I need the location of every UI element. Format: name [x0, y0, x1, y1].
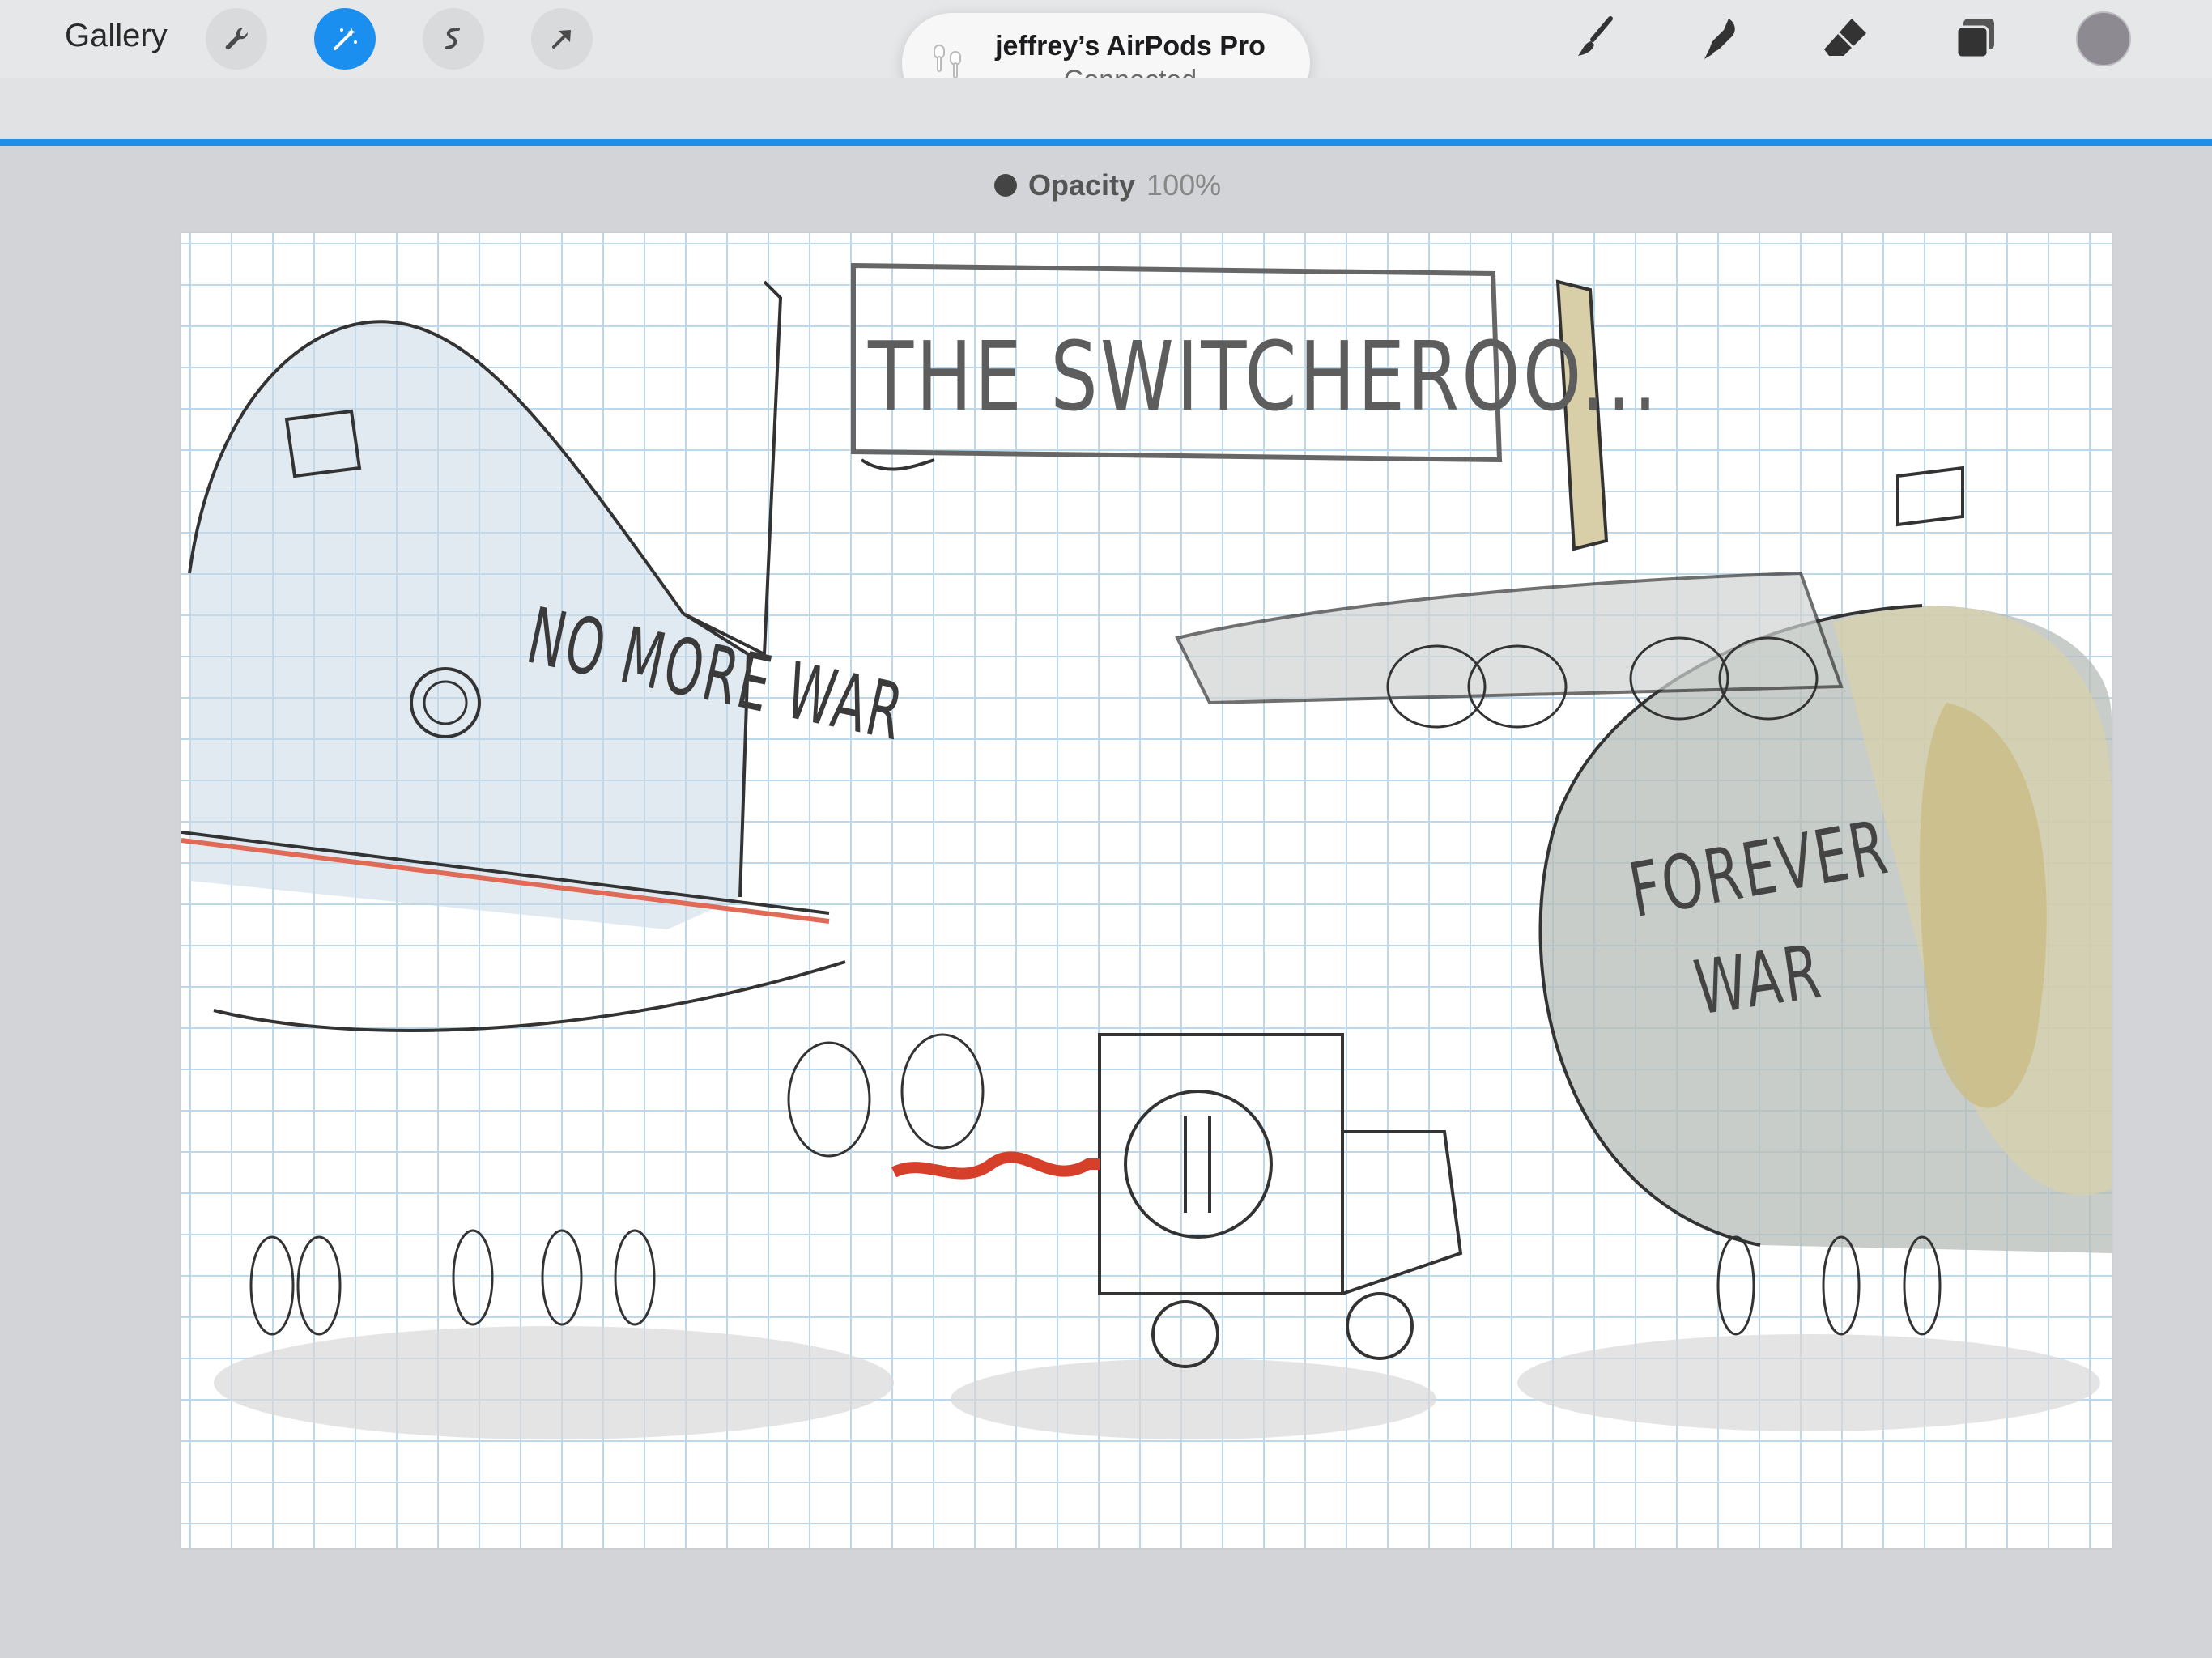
red-ribbon — [891, 1151, 1100, 1180]
drawing-canvas[interactable]: THE SWITCHEROO... NO MORE WAR FOREVER WA… — [181, 233, 2112, 1548]
selection-button[interactable] — [423, 8, 484, 70]
top-toolbar: Gallery jeffrey’s AirPods Pro Connec — [0, 0, 2212, 113]
notification-title: jeffrey’s AirPods Pro — [995, 31, 1266, 62]
layers-icon — [1955, 19, 1994, 59]
smudge-button[interactable] — [1686, 5, 1754, 73]
left-plane — [181, 280, 985, 1336]
move-arrow-icon — [552, 30, 571, 49]
layers-button[interactable] — [1942, 5, 2010, 73]
brush-icon — [1578, 16, 1613, 56]
magic-wand-icon — [334, 28, 357, 50]
adjustments-magic-wand-button[interactable] — [314, 8, 376, 70]
canvas-area: THE SWITCHEROO... NO MORE WAR FOREVER WA… — [0, 146, 2212, 1658]
transform-button[interactable] — [531, 8, 593, 70]
eraser-button[interactable] — [1812, 5, 1880, 73]
right-plane-text-line2: WAR — [1689, 928, 1828, 1032]
gallery-button[interactable]: Gallery — [65, 18, 168, 54]
actions-wrench-button[interactable] — [206, 8, 267, 70]
color-picker-button[interactable] — [2076, 11, 2131, 66]
banner-text: THE SWITCHEROO... — [868, 321, 1660, 432]
eraser-icon — [1824, 19, 1866, 56]
ground-shadows — [214, 1326, 2100, 1439]
selection-icon — [445, 28, 460, 49]
smudge-icon — [1704, 19, 1735, 59]
sidebar-hint-bar: Opacity 100% — [0, 78, 2212, 202]
food-truck — [1098, 1033, 1463, 1368]
brush-button[interactable] — [1561, 5, 1629, 73]
right-plane — [1175, 279, 2112, 1336]
accent-bar — [0, 139, 2212, 146]
wrench-icon — [225, 27, 249, 50]
